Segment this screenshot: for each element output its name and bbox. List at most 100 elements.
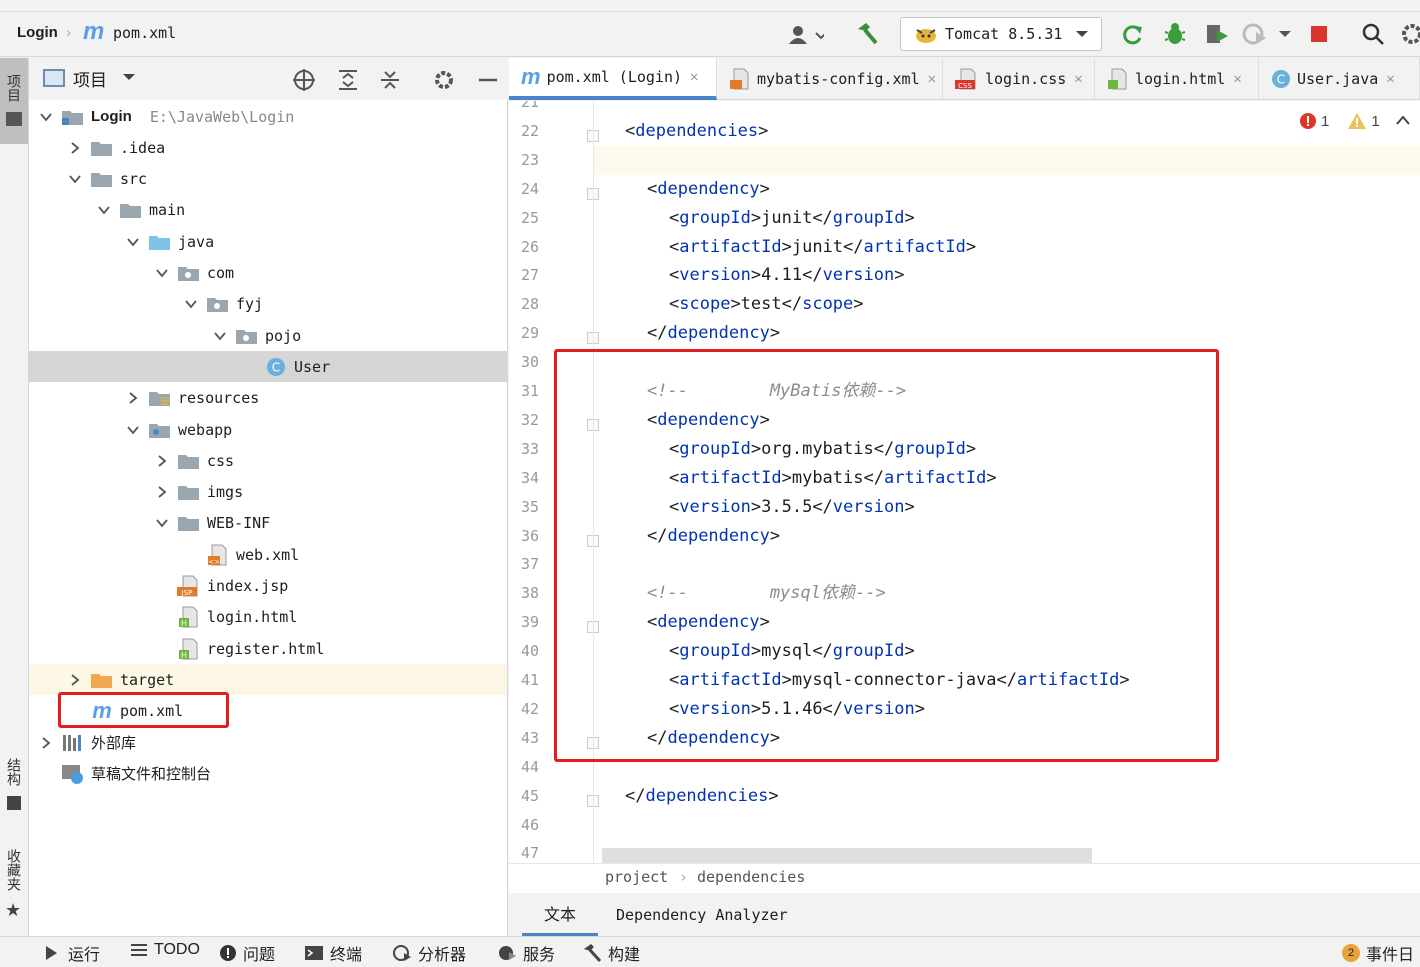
chevron-right-icon[interactable] (68, 141, 82, 155)
xml-text: > (853, 294, 864, 315)
tree-item-target[interactable]: target (29, 664, 507, 696)
search-icon[interactable] (1358, 20, 1388, 48)
tree-item-main[interactable]: main (29, 195, 507, 226)
gear-icon[interactable] (431, 67, 457, 93)
tree-item-label: Login (91, 108, 132, 125)
tree-item-web-xml[interactable]: <> web.xml (29, 539, 507, 570)
tree-item-[interactable]: 草稿文件和控制台 (29, 758, 507, 789)
close-icon[interactable]: ✕ (1386, 71, 1394, 87)
tab-text[interactable]: 文本 (522, 893, 598, 936)
tree-item-[interactable]: 外部库 (29, 727, 507, 758)
hide-panel-icon[interactable] (475, 67, 501, 93)
tree-item-login-html[interactable]: Hlogin.html (29, 602, 507, 633)
tab-dependency-analyzer[interactable]: Dependency Analyzer (616, 893, 788, 936)
chevron-down-icon[interactable] (39, 110, 53, 124)
chevron-down-icon[interactable] (155, 266, 169, 280)
more-chevron-icon[interactable] (1275, 20, 1295, 48)
coverage-icon[interactable] (1202, 20, 1232, 48)
breadcrumb-dependencies[interactable]: dependencies (697, 868, 805, 886)
stop-icon[interactable] (1305, 20, 1333, 48)
breadcrumb-project[interactable]: project (605, 868, 668, 886)
problems-tool-button[interactable]: 问题 (219, 941, 275, 965)
horizontal-scrollbar[interactable] (602, 848, 1092, 863)
inspection-widget[interactable]: 1 1 (1299, 112, 1410, 130)
html-file-icon: H (177, 606, 201, 628)
nav-file[interactable]: pom.xml (113, 24, 176, 42)
xml-text: </ (625, 785, 646, 806)
todo-tool-button[interactable]: TODO (130, 941, 200, 959)
profile-icon[interactable] (1240, 20, 1270, 48)
run-config-select[interactable]: Tomcat 8.5.31 (900, 17, 1102, 51)
xml-text: < (625, 120, 636, 141)
editor-tab-login-html[interactable]: login.html ✕ (1095, 58, 1259, 100)
tree-item-web-inf[interactable]: WEB-INF (29, 508, 507, 539)
chevron-right-icon[interactable] (68, 673, 82, 687)
close-icon[interactable]: ✕ (1074, 71, 1082, 87)
close-icon[interactable]: ✕ (1233, 71, 1241, 87)
chevron-right-icon[interactable] (126, 391, 140, 405)
chevron-down-icon[interactable] (126, 423, 140, 437)
editor-tab-bar: m pom.xml (Login) ✕ mybatis-config.xml ✕ CSS l… (509, 58, 1420, 100)
settings-gear-icon[interactable] (1400, 20, 1420, 48)
chevron-down-icon[interactable] (184, 297, 198, 311)
user-icon[interactable] (786, 22, 826, 48)
nav-project[interactable]: Login (17, 24, 58, 41)
chevron-down-icon[interactable] (126, 235, 140, 249)
services-tool-button[interactable]: 服务 (497, 941, 555, 965)
chevron-down-icon[interactable] (213, 329, 227, 343)
tree-item-resources[interactable]: resources (29, 383, 507, 414)
collapse-all-icon[interactable] (377, 67, 403, 93)
xml-tag-name: dependencies (635, 120, 759, 141)
tree-item-register-html[interactable]: Hregister.html (29, 633, 507, 664)
run-tool-button[interactable]: 运行 (44, 941, 100, 965)
project-panel-header: 项目 (29, 58, 508, 100)
chevron-down-icon[interactable] (122, 70, 136, 87)
terminal-tool-button[interactable]: 终端 (304, 941, 362, 965)
close-icon[interactable]: ✕ (928, 71, 936, 87)
tree-item-src[interactable]: src (29, 164, 507, 195)
chevron-down-icon[interactable] (155, 516, 169, 530)
expand-all-icon[interactable] (335, 67, 361, 93)
tree-item-idea[interactable]: .idea (29, 132, 507, 163)
tree-item-label: index.jsp (207, 577, 289, 595)
chevron-down-icon[interactable] (68, 172, 82, 186)
terminal-label: 终端 (330, 947, 363, 964)
tree-item-index-jsp[interactable]: JSP index.jsp (29, 571, 507, 602)
tree-item-pojo[interactable]: pojo (29, 320, 507, 351)
chevron-down-icon[interactable] (97, 203, 111, 217)
tree-item-user[interactable]: C User (29, 351, 507, 383)
xml-tag-name: artifactId (679, 236, 782, 257)
favorites-tool-tab[interactable]: 收藏夹 ★ (0, 838, 28, 928)
tree-item-css[interactable]: css (29, 445, 507, 476)
chevron-right-icon[interactable] (155, 454, 169, 468)
editor-tab-User-java[interactable]: C User.java ✕ (1259, 58, 1420, 100)
project-panel-title[interactable]: 项目 (73, 66, 107, 91)
editor-tab-login-css[interactable]: CSS login.css ✕ (943, 58, 1095, 100)
debug-bug-icon[interactable] (1160, 20, 1190, 48)
tree-item-imgs[interactable]: imgs (29, 477, 507, 508)
line-number: 25 (520, 208, 539, 227)
tree-item-java[interactable]: java (29, 226, 507, 257)
build-tool-button[interactable]: 构建 (582, 941, 640, 965)
build-hammer-icon[interactable] (852, 20, 882, 48)
project-tool-tab[interactable]: 项目 (0, 58, 28, 144)
profiler-tool-button[interactable]: 分析器 (392, 941, 466, 965)
tree-item-login[interactable]: Login E:\JavaWeb\Login (29, 101, 507, 132)
rerun-icon[interactable] (1118, 20, 1148, 48)
chevron-right-icon[interactable] (155, 485, 169, 499)
editor-tab-pom-xml[interactable]: m pom.xml (Login) ✕ (509, 58, 717, 100)
excluded-folder-icon (90, 670, 114, 690)
structure-tool-tab[interactable]: 结构 (0, 748, 28, 818)
hammer-icon (584, 944, 602, 963)
chevron-up-icon[interactable] (1395, 114, 1410, 128)
event-log-button[interactable]: 2 事件日 (1342, 941, 1414, 965)
editor-tab-mybatis-config-xml[interactable]: mybatis-config.xml ✕ (717, 58, 943, 100)
tree-item-com[interactable]: com (29, 258, 507, 289)
tree-item-webapp[interactable]: webapp (29, 414, 507, 445)
tree-item-fyj[interactable]: fyj (29, 289, 507, 320)
chevron-right-icon[interactable] (39, 736, 53, 750)
locate-target-icon[interactable] (291, 67, 317, 93)
close-icon[interactable]: ✕ (690, 69, 698, 85)
